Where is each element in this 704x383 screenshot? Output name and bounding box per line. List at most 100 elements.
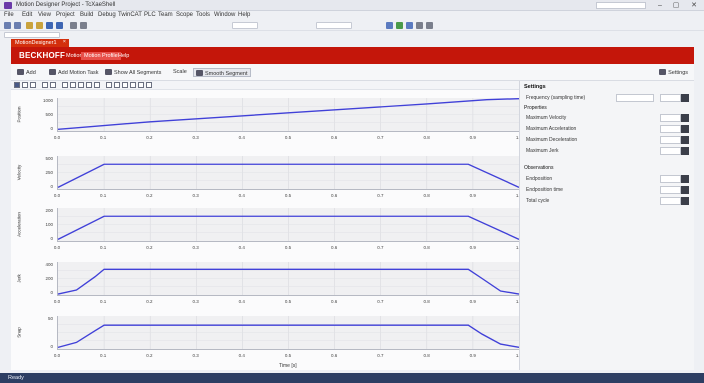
chart-options-icon[interactable] [138, 82, 144, 88]
smooth-segment-button[interactable]: Smooth Segment [193, 68, 251, 77]
menu-tools[interactable]: Tools [196, 12, 210, 18]
x-tick-label: 0.8 [423, 245, 430, 250]
setting-label: Maximum Acceleration [526, 126, 577, 132]
forward-icon[interactable] [14, 22, 21, 29]
zoom-out-icon[interactable] [114, 82, 120, 88]
zoom-tool-icon[interactable] [22, 82, 28, 88]
unit-dropdown[interactable] [660, 186, 681, 194]
setting-label: Frequency (sampling time) [526, 95, 586, 101]
dropdown-arrow-icon[interactable] [681, 147, 689, 155]
plot-snap[interactable] [57, 316, 520, 350]
plot-acceleration[interactable] [57, 208, 520, 242]
chart-settings-icon[interactable] [146, 82, 152, 88]
start-icon[interactable] [416, 22, 423, 29]
x-tick-label: 0.3 [192, 193, 199, 198]
marker-icon[interactable] [78, 82, 84, 88]
x-tick-label: 0.7 [377, 245, 384, 250]
plot-svg [57, 208, 520, 241]
menu-team[interactable]: Team [158, 12, 173, 18]
quick-launch-input[interactable] [596, 2, 646, 9]
menu-help[interactable]: Help [238, 12, 250, 18]
new-project-icon[interactable] [26, 22, 33, 29]
minimize-button[interactable]: – [652, 1, 668, 10]
motion-task-icon [49, 69, 56, 75]
unit-dropdown[interactable] [660, 114, 681, 122]
x-axis-label: Time [s] [279, 363, 297, 369]
plot-svg [57, 98, 520, 131]
menu-scope[interactable]: Scope [176, 12, 193, 18]
cursor-icon[interactable] [70, 82, 76, 88]
unit-dropdown[interactable] [660, 94, 681, 102]
stop-icon[interactable] [426, 22, 433, 29]
zoom-in-icon[interactable] [106, 82, 112, 88]
save-all-icon[interactable] [56, 22, 63, 29]
menu-project[interactable]: Project [56, 12, 75, 18]
show-all-segments-button[interactable]: Show All Segments [103, 68, 163, 77]
activate-config-icon[interactable] [386, 22, 393, 29]
unit-dropdown[interactable] [660, 147, 681, 155]
setting-label: Endposition [526, 176, 553, 182]
pointer-tool-icon[interactable] [14, 82, 20, 88]
export-icon[interactable] [94, 82, 100, 88]
menu-debug[interactable]: Debug [98, 12, 116, 18]
maximize-button[interactable]: ▢ [668, 1, 684, 10]
unit-dropdown[interactable] [660, 197, 681, 205]
x-tick-label: 0.3 [192, 353, 199, 358]
menu-build[interactable]: Build [80, 12, 93, 18]
menu-twincat[interactable]: TwinCAT [118, 12, 142, 18]
menu-view[interactable]: View [38, 12, 51, 18]
login-icon[interactable] [406, 22, 413, 29]
setting-row-total-cycle: Total cycle [524, 197, 691, 206]
fit-x-icon[interactable] [50, 82, 56, 88]
copy-chart-icon[interactable] [122, 82, 128, 88]
menu-edit[interactable]: Edit [22, 12, 32, 18]
save-icon[interactable] [46, 22, 53, 29]
grid-icon[interactable] [62, 82, 68, 88]
dropdown-arrow-icon[interactable] [681, 175, 689, 183]
dropdown-arrow-icon[interactable] [681, 136, 689, 144]
plot-position[interactable] [57, 98, 520, 132]
menu-plc[interactable]: PLC [144, 12, 156, 18]
unit-dropdown[interactable] [660, 175, 681, 183]
back-icon[interactable] [4, 22, 11, 29]
x-tick-label: 0.4 [238, 245, 245, 250]
fit-icon[interactable] [42, 82, 48, 88]
window-title: Motion Designer Project - TcXaeShell [16, 2, 116, 8]
unit-dropdown[interactable] [660, 125, 681, 133]
standard-toolbar [0, 20, 704, 31]
menu-file[interactable]: File [4, 12, 14, 18]
undo-icon[interactable] [70, 22, 77, 29]
y-tick-label: 200 [45, 276, 53, 281]
settings-button[interactable]: Settings [657, 68, 690, 77]
run-mode-icon[interactable] [396, 22, 403, 29]
add-motion-task-button[interactable]: Add Motion Task [47, 68, 101, 77]
dropdown-arrow-icon[interactable] [681, 186, 689, 194]
dropdown-arrow-icon[interactable] [681, 114, 689, 122]
close-button[interactable]: ✕ [686, 1, 702, 10]
dropdown-arrow-icon[interactable] [681, 94, 689, 102]
x-tick-label: 0.3 [192, 135, 199, 140]
tab-help[interactable]: Help [115, 52, 132, 60]
dropdown-arrow-icon[interactable] [681, 125, 689, 133]
target-dropdown[interactable] [316, 22, 352, 29]
solution-config-dropdown[interactable] [232, 22, 258, 29]
x-tick-label: 0.5 [284, 245, 292, 250]
plot-velocity[interactable] [57, 156, 520, 190]
x-tick-label: 0.5 [284, 299, 292, 304]
x-tick-label: 0.8 [423, 299, 430, 304]
redo-icon[interactable] [80, 22, 87, 29]
legend-icon[interactable] [86, 82, 92, 88]
frequency-input[interactable] [616, 94, 654, 102]
plot-jerk[interactable] [57, 262, 520, 296]
document-tab[interactable]: MotionDesigner1 × [11, 39, 69, 47]
print-chart-icon[interactable] [130, 82, 136, 88]
add-button[interactable]: Add [15, 68, 38, 77]
project-dropdown[interactable] [4, 32, 60, 38]
open-folder-icon[interactable] [36, 22, 43, 29]
close-tab-icon[interactable]: × [63, 39, 66, 45]
scale-button[interactable]: Scale [171, 68, 189, 77]
document-tab-label: MotionDesigner1 [15, 40, 57, 46]
unit-dropdown[interactable] [660, 136, 681, 144]
pan-tool-icon[interactable] [30, 82, 36, 88]
menu-window[interactable]: Window [214, 12, 235, 18]
